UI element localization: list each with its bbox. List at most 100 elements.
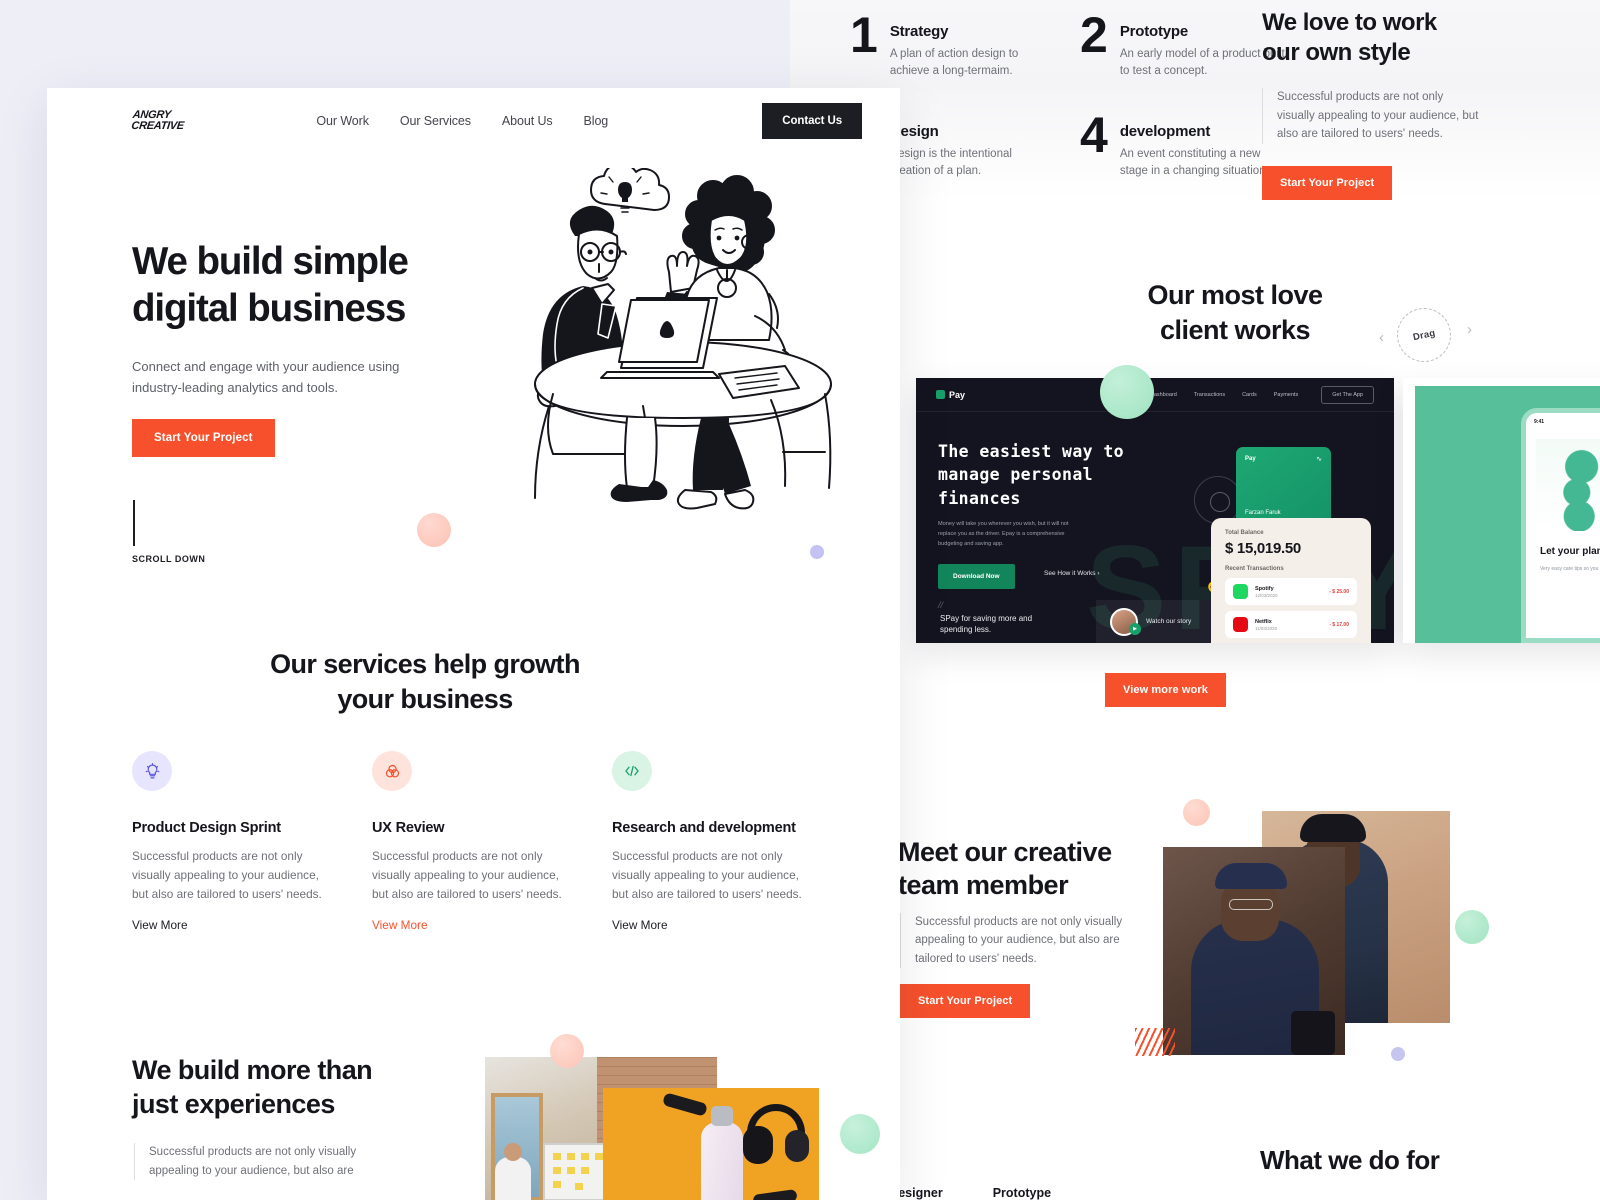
step-number: 1 bbox=[850, 7, 878, 63]
service-card-ux-review: UX Review Successful products are not on… bbox=[372, 751, 612, 934]
spay-logo-text: Pay bbox=[949, 389, 966, 400]
nav-item-about-us[interactable]: About Us bbox=[502, 114, 553, 128]
logo-line-1: ANGRY bbox=[132, 108, 172, 121]
contact-us-button[interactable]: Contact Us bbox=[762, 103, 862, 139]
own-style-quote: Successful products are not only visuall… bbox=[1262, 88, 1482, 144]
own-style-title-line1: We love to work bbox=[1262, 9, 1437, 36]
brand-logo[interactable]: ANGRY CREATIVE bbox=[130, 108, 186, 132]
hero-subtitle: Connect and engage with your audience us… bbox=[132, 359, 400, 396]
start-your-project-button[interactable]: Start Your Project bbox=[900, 984, 1031, 1018]
green-app-mockup: 9:41 Let your plants grow Very easy care… bbox=[1403, 378, 1600, 643]
orange-product-shot-photo bbox=[603, 1088, 819, 1200]
avatar bbox=[1110, 607, 1141, 636]
quote-mark-icon: // bbox=[938, 600, 944, 610]
team-heading: Meet our creative team member bbox=[898, 836, 1198, 903]
spay-quote: SPay for saving more and spending less. bbox=[940, 614, 1033, 635]
hero-cta-wrap: Start Your Project bbox=[132, 419, 275, 457]
water-bottle bbox=[701, 1106, 743, 1200]
spay-get-app-button: Get The App bbox=[1321, 385, 1374, 404]
green-app-paragraph: Very easy care tips so you can better gr… bbox=[1540, 566, 1600, 572]
services-heading: Our services help growth your business bbox=[215, 647, 635, 716]
client-works-heading: Our most love client works bbox=[1070, 278, 1400, 347]
service-desc: Successful products are not only visuall… bbox=[612, 849, 802, 901]
process-step-1: 1 Strategy A plan of action design to ac… bbox=[850, 7, 1055, 79]
logo-line-2: CREATIVE bbox=[130, 120, 185, 132]
service-view-more-link[interactable]: View More bbox=[372, 918, 428, 932]
view-more-work-button[interactable]: View more work bbox=[1105, 673, 1226, 707]
spay-logo: Pay bbox=[936, 390, 965, 400]
nav-item-our-services[interactable]: Our Services bbox=[400, 114, 471, 128]
step-desc: An early model of a product built to tes… bbox=[1119, 48, 1285, 77]
lightbulb-icon bbox=[132, 751, 172, 791]
spay-card-brand: Pay bbox=[1245, 456, 1256, 462]
spay-balance-panel: Total Balance $ 15,019.50 Recent Transac… bbox=[1211, 518, 1371, 643]
spay-mockup: Pay Dashboard Transactions Cards Payment… bbox=[916, 378, 1394, 643]
spay-headline: The easiest way to manage personal finan… bbox=[938, 442, 1125, 508]
services-grid: Product Design Sprint Successful product… bbox=[132, 751, 852, 934]
green-app-headline: Let your plants grow bbox=[1540, 546, 1600, 557]
nav-item-blog[interactable]: Blog bbox=[584, 114, 609, 128]
team-heading-line2: team member bbox=[898, 870, 1069, 901]
page-stage: 1 Strategy A plan of action design to ac… bbox=[0, 0, 1600, 1200]
spay-how-it-works-link: See How it Works › bbox=[1044, 570, 1100, 577]
nav-links: Our Work Our Services About Us Blog bbox=[316, 114, 608, 128]
step-desc: A plan of action design to achieve a lon… bbox=[889, 48, 1019, 77]
venn-circles-icon bbox=[372, 751, 412, 791]
hero-title-line1: We build simple bbox=[132, 240, 409, 283]
transaction-date: 11/03/2020 bbox=[1255, 625, 1278, 631]
start-your-project-button[interactable]: Start Your Project bbox=[132, 419, 275, 457]
spay-nav-item: Cards bbox=[1242, 391, 1257, 398]
portfolio-carousel[interactable]: Pay Dashboard Transactions Cards Payment… bbox=[790, 378, 1600, 643]
chevron-right-icon[interactable]: › bbox=[1467, 321, 1472, 338]
start-your-project-button[interactable]: Start Your Project bbox=[1262, 165, 1393, 200]
step-number: 2 bbox=[1080, 7, 1108, 63]
service-view-more-link[interactable]: View More bbox=[612, 918, 668, 932]
portfolio-card-plant-app[interactable]: 9:41 Let your plants grow Very easy care… bbox=[1403, 378, 1600, 643]
team-heading-line1: Meet our creative bbox=[898, 837, 1112, 867]
decor-circle-pink bbox=[1183, 799, 1210, 826]
decor-circle-green bbox=[840, 1114, 880, 1154]
transaction-name: Netflix bbox=[1255, 618, 1272, 625]
own-style-title-line2: our own style bbox=[1262, 39, 1411, 67]
spay-nav-item: Payments bbox=[1273, 391, 1299, 398]
portfolio-card-spay[interactable]: Pay Dashboard Transactions Cards Payment… bbox=[916, 378, 1394, 643]
balance-value: $ 15,019.50 bbox=[1225, 540, 1301, 557]
view-more-work-wrap: View more work bbox=[1105, 673, 1226, 707]
spotify-icon bbox=[1233, 584, 1248, 599]
process-step-2: 2 Prototype An early model of a product … bbox=[1080, 7, 1285, 79]
service-desc: Successful products are not only visuall… bbox=[132, 849, 322, 901]
decor-circle-green bbox=[1455, 910, 1489, 944]
headphones-icon bbox=[743, 1104, 809, 1166]
hero-title: We build simple digital business bbox=[132, 239, 512, 333]
drag-handle[interactable]: Drag bbox=[1397, 308, 1451, 362]
primary-page-panel: ANGRY CREATIVE Our Work Our Services Abo… bbox=[47, 88, 900, 1200]
decor-circle-purple bbox=[1391, 1047, 1405, 1061]
hero-title-line2: digital business bbox=[132, 286, 406, 330]
step-title: Prototype bbox=[1119, 23, 1189, 40]
scroll-down-label: SCROLL DOWN bbox=[132, 554, 206, 564]
spay-download-button: Download Now bbox=[938, 564, 1015, 589]
bottom-role: Prototype bbox=[992, 1186, 1052, 1200]
scroll-line bbox=[133, 500, 135, 546]
glasses-icon bbox=[1229, 899, 1273, 910]
build-more-heading-line2: just experiences bbox=[132, 1089, 335, 1120]
own-style-cta-wrap: Start Your Project bbox=[1262, 165, 1562, 200]
chevron-left-icon[interactable]: ‹ bbox=[1379, 329, 1384, 346]
step-title: development bbox=[1119, 123, 1211, 140]
scroll-down-indicator[interactable]: SCROLL DOWN bbox=[132, 500, 205, 564]
build-more-heading-line1: We build more than bbox=[132, 1055, 373, 1085]
own-style-block: We love to work our own style Successful… bbox=[1262, 8, 1562, 200]
code-brackets-icon bbox=[612, 751, 652, 791]
service-view-more-link[interactable]: View More bbox=[132, 918, 188, 932]
services-heading-line1: Our services help growth bbox=[270, 649, 580, 679]
spay-logo-mark bbox=[936, 390, 945, 399]
step-title: Strategy bbox=[889, 23, 949, 40]
transaction-row: Spotify 12/03/2020 - $ 25.00 bbox=[1225, 578, 1357, 605]
process-step-4: 4 development An event constituting a ne… bbox=[1080, 110, 1285, 179]
balance-label: Total Balance bbox=[1225, 530, 1264, 536]
drag-label: Drag bbox=[1411, 327, 1437, 343]
bottom-heading: What we do for bbox=[1260, 1145, 1440, 1175]
netflix-icon bbox=[1233, 617, 1248, 632]
client-works-heading-line1: Our most love bbox=[1147, 280, 1323, 310]
nav-item-our-work[interactable]: Our Work bbox=[316, 114, 369, 128]
